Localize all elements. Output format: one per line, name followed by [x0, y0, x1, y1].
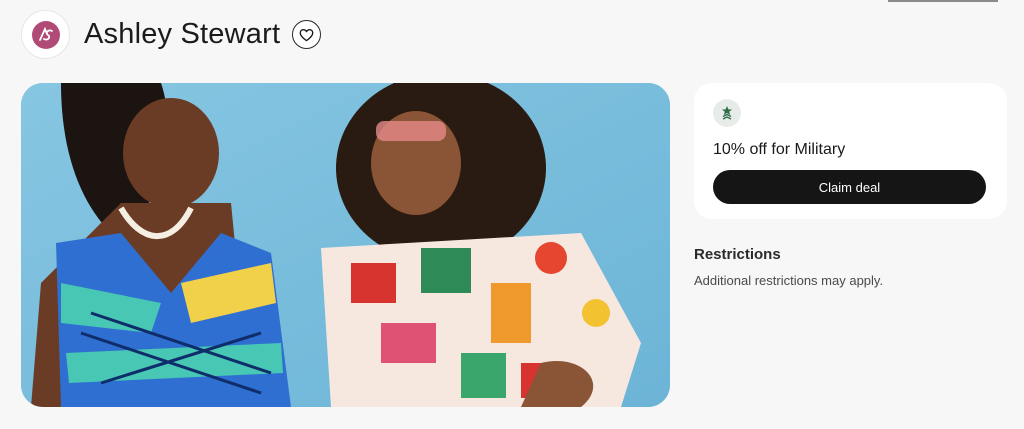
top-divider [888, 0, 998, 2]
military-star-icon [713, 99, 741, 127]
store-header: Ashley Stewart [21, 10, 322, 59]
hero-image [21, 83, 670, 407]
ashley-stewart-logo-icon [31, 20, 60, 49]
page: Ashley Stewart 10% off for Military Clai… [0, 0, 1024, 429]
claim-deal-button[interactable]: Claim deal [713, 170, 986, 204]
deal-card: 10% off for Military Claim deal [694, 83, 1007, 219]
restrictions-section: Restrictions Additional restrictions may… [694, 246, 883, 288]
favorite-button[interactable] [292, 20, 322, 49]
heart-icon [299, 28, 314, 41]
brand-name: Ashley Stewart [84, 18, 281, 50]
brand-logo[interactable] [21, 10, 70, 59]
restrictions-text: Additional restrictions may apply. [694, 273, 884, 288]
restrictions-heading: Restrictions [694, 246, 781, 263]
deal-title: 10% off for Military [713, 141, 846, 158]
